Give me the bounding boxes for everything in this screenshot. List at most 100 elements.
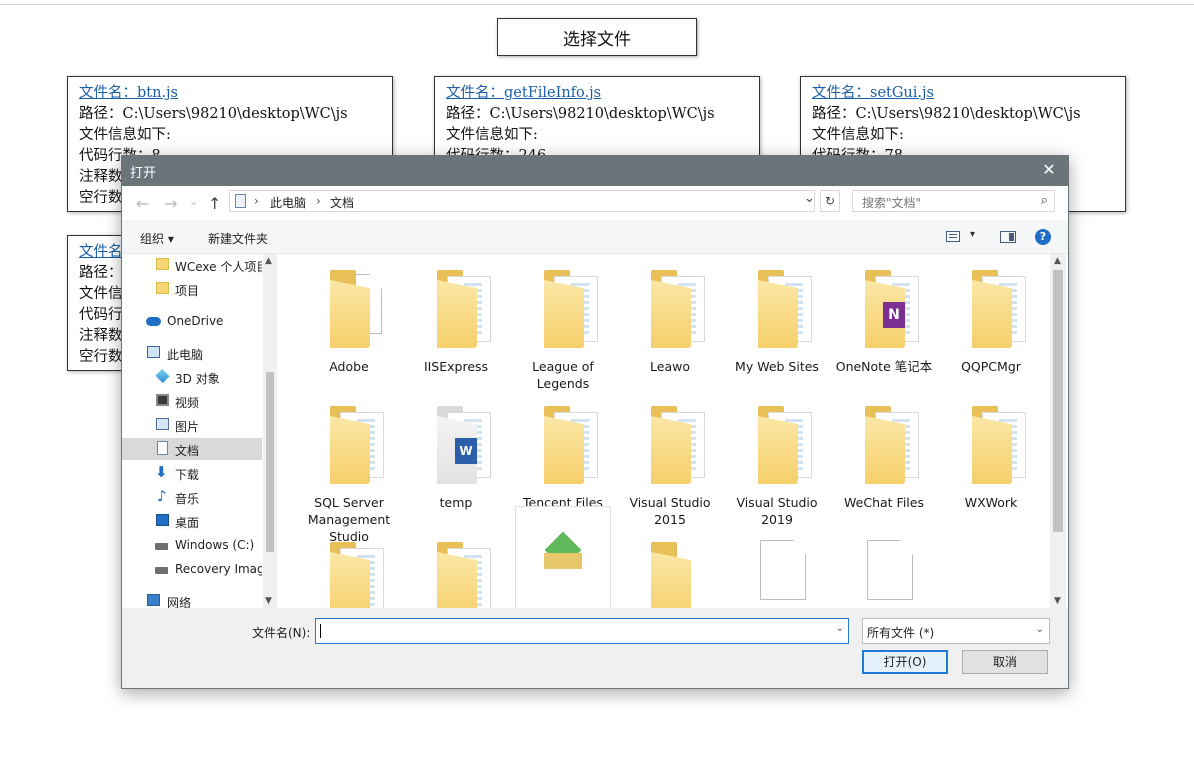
sidebar-item-recovery[interactable]: Recovery Imag: [122, 558, 262, 580]
help-icon[interactable]: ?: [1035, 229, 1051, 245]
file-item-wechat-files[interactable]: WeChat Files: [834, 390, 934, 520]
filename-input[interactable]: ⌄: [315, 618, 849, 644]
navigation-pane: WCexe 个人项目 项目 OneDrive 此电脑 3D 对象 视频 图片 文…: [122, 254, 277, 608]
navigation-pane-scrollbar[interactable]: ▲ ▼: [263, 254, 277, 608]
sidebar-item-music[interactable]: ♪ 音乐: [122, 486, 262, 508]
breadcrumb-documents[interactable]: 文档: [330, 194, 354, 211]
file-item-leawo[interactable]: Leawo: [620, 254, 720, 384]
file-item-label: QQPCMgr: [961, 359, 1021, 374]
file-item[interactable]: [406, 526, 506, 608]
breadcrumb-separator: ›: [316, 194, 321, 208]
file-item[interactable]: [299, 526, 399, 608]
file-item-league-of-legends[interactable]: League of Legends: [513, 254, 613, 391]
file-item-label: My Web Sites: [735, 359, 819, 374]
close-icon[interactable]: ✕: [1038, 159, 1060, 181]
text-caret: [320, 624, 321, 638]
forward-arrow-icon[interactable]: →: [164, 194, 177, 213]
file-item-onenote[interactable]: N OneNote 笔记本: [834, 254, 934, 384]
filename-label: 文件名(N):: [252, 626, 311, 640]
dialog-titlebar[interactable]: 打开 ✕: [122, 156, 1068, 186]
sidebar-item-label: 文档: [175, 444, 200, 458]
dialog-title: 打开: [130, 166, 157, 181]
file-item-iisexpress[interactable]: IISExpress: [406, 254, 506, 384]
open-button[interactable]: 打开(O): [862, 650, 948, 674]
file-icon: [760, 540, 806, 600]
file-item-my-web-sites[interactable]: My Web Sites: [727, 254, 827, 384]
sidebar-item-videos[interactable]: 视频: [122, 390, 262, 412]
sidebar-item-windows-c[interactable]: Windows (C:): [122, 534, 262, 556]
chevron-down-icon[interactable]: ⌄: [804, 191, 815, 206]
file-name-link[interactable]: 文件名：setGui.js: [812, 83, 1125, 104]
file-list-scrollbar[interactable]: ▲ ▼: [1050, 254, 1066, 608]
sidebar-item-downloads[interactable]: ⬇ 下载: [122, 462, 262, 484]
file-name-link[interactable]: 文件名：btn.js: [79, 83, 392, 104]
file-item-wxwork[interactable]: WXWork: [941, 390, 1041, 520]
scrollbar-thumb[interactable]: [266, 372, 274, 552]
select-file-button[interactable]: 选择文件: [497, 18, 697, 56]
search-input[interactable]: 搜索"文档" ⌕: [852, 190, 1055, 212]
new-folder-button[interactable]: 新建文件夹: [208, 230, 268, 247]
file-item[interactable]: [834, 520, 934, 608]
file-item-visual-studio-2015[interactable]: Visual Studio 2015: [620, 390, 720, 527]
up-arrow-icon[interactable]: ↑: [208, 194, 221, 213]
desktop-icon: [156, 514, 169, 526]
file-item-temp[interactable]: W temp: [406, 390, 506, 520]
file-item[interactable]: [727, 520, 827, 608]
folder-icon: [330, 406, 388, 484]
folder-icon: [758, 270, 816, 348]
sidebar-item-documents[interactable]: 文档: [122, 438, 262, 460]
back-arrow-icon[interactable]: ←: [136, 194, 149, 213]
view-options-icon[interactable]: [946, 231, 960, 242]
scrollbar-thumb[interactable]: [1053, 270, 1063, 532]
scroll-down-icon[interactable]: ▼: [1054, 596, 1061, 606]
sidebar-item-network[interactable]: 网络: [122, 590, 262, 608]
download-icon: ⬇: [155, 463, 168, 481]
preview-pane-icon[interactable]: [1000, 231, 1016, 243]
sidebar-item-label: WCexe 个人项目: [175, 260, 262, 274]
document-icon: [157, 441, 168, 455]
file-item-label: League of Legends: [532, 359, 594, 391]
sidebar-item-label: 视频: [175, 396, 200, 410]
file-item-visual-studio-2019[interactable]: Visual Studio 2019: [727, 390, 827, 527]
folder-icon: [651, 406, 709, 484]
cancel-button[interactable]: 取消: [962, 650, 1048, 674]
cube-icon: [155, 368, 170, 384]
file-type-select[interactable]: 所有文件 (*) ⌄: [862, 618, 1050, 644]
view-dropdown-icon[interactable]: ▾: [970, 229, 975, 240]
navigation-bar: ← → ⌄ ↑ › 此电脑 › 文档 ⌄ ↻ 搜索"文档" ⌕: [122, 186, 1068, 220]
sidebar-item-label: 此电脑: [167, 348, 204, 362]
sidebar-item-project[interactable]: 项目: [122, 278, 262, 300]
file-list: Adobe IISExpress League of Legends Leawo…: [282, 254, 1052, 608]
sidebar-item-wcexe[interactable]: WCexe 个人项目: [122, 254, 262, 276]
folder-icon: [330, 542, 388, 608]
sidebar-item-pictures[interactable]: 图片: [122, 414, 262, 436]
file-item-adobe[interactable]: Adobe: [299, 254, 399, 384]
sidebar-item-onedrive[interactable]: OneDrive: [122, 310, 262, 332]
file-item-installer[interactable]: [515, 506, 615, 608]
chevron-down-icon[interactable]: ⌄: [836, 623, 844, 634]
sidebar-item-3d-objects[interactable]: 3D 对象: [122, 366, 262, 388]
file-name-link[interactable]: 文件名：getFileInfo.js: [446, 83, 759, 104]
search-icon[interactable]: ⌕: [1041, 193, 1048, 208]
sidebar-item-label: 3D 对象: [175, 372, 220, 386]
sidebar-item-desktop[interactable]: 桌面: [122, 510, 262, 532]
sidebar-item-label: 网络: [167, 596, 192, 608]
organize-menu-button[interactable]: 组织 ▾: [140, 230, 174, 247]
file-item-qqpcmgr[interactable]: QQPCMgr: [941, 254, 1041, 384]
video-icon: [156, 394, 169, 406]
folder-icon: [156, 258, 169, 270]
folder-icon: [651, 270, 709, 348]
sidebar-item-label: Windows (C:): [175, 538, 255, 552]
scroll-up-icon[interactable]: ▲: [265, 256, 272, 266]
file-item[interactable]: [620, 526, 720, 608]
file-item-sql-server[interactable]: SQL Server Management Studio: [299, 390, 399, 544]
scroll-down-icon[interactable]: ▼: [265, 596, 272, 606]
sidebar-item-this-pc[interactable]: 此电脑: [122, 342, 262, 364]
scroll-up-icon[interactable]: ▲: [1054, 256, 1061, 266]
refresh-icon[interactable]: ↻: [820, 190, 840, 212]
breadcrumb-this-pc[interactable]: 此电脑: [270, 194, 306, 211]
chevron-down-icon[interactable]: ⌄: [1036, 624, 1044, 635]
file-item-tencent-files[interactable]: Tencent Files: [513, 390, 613, 520]
recent-locations-icon[interactable]: ⌄: [189, 195, 198, 208]
address-bar[interactable]: › 此电脑 › 文档 ⌄: [229, 190, 815, 212]
